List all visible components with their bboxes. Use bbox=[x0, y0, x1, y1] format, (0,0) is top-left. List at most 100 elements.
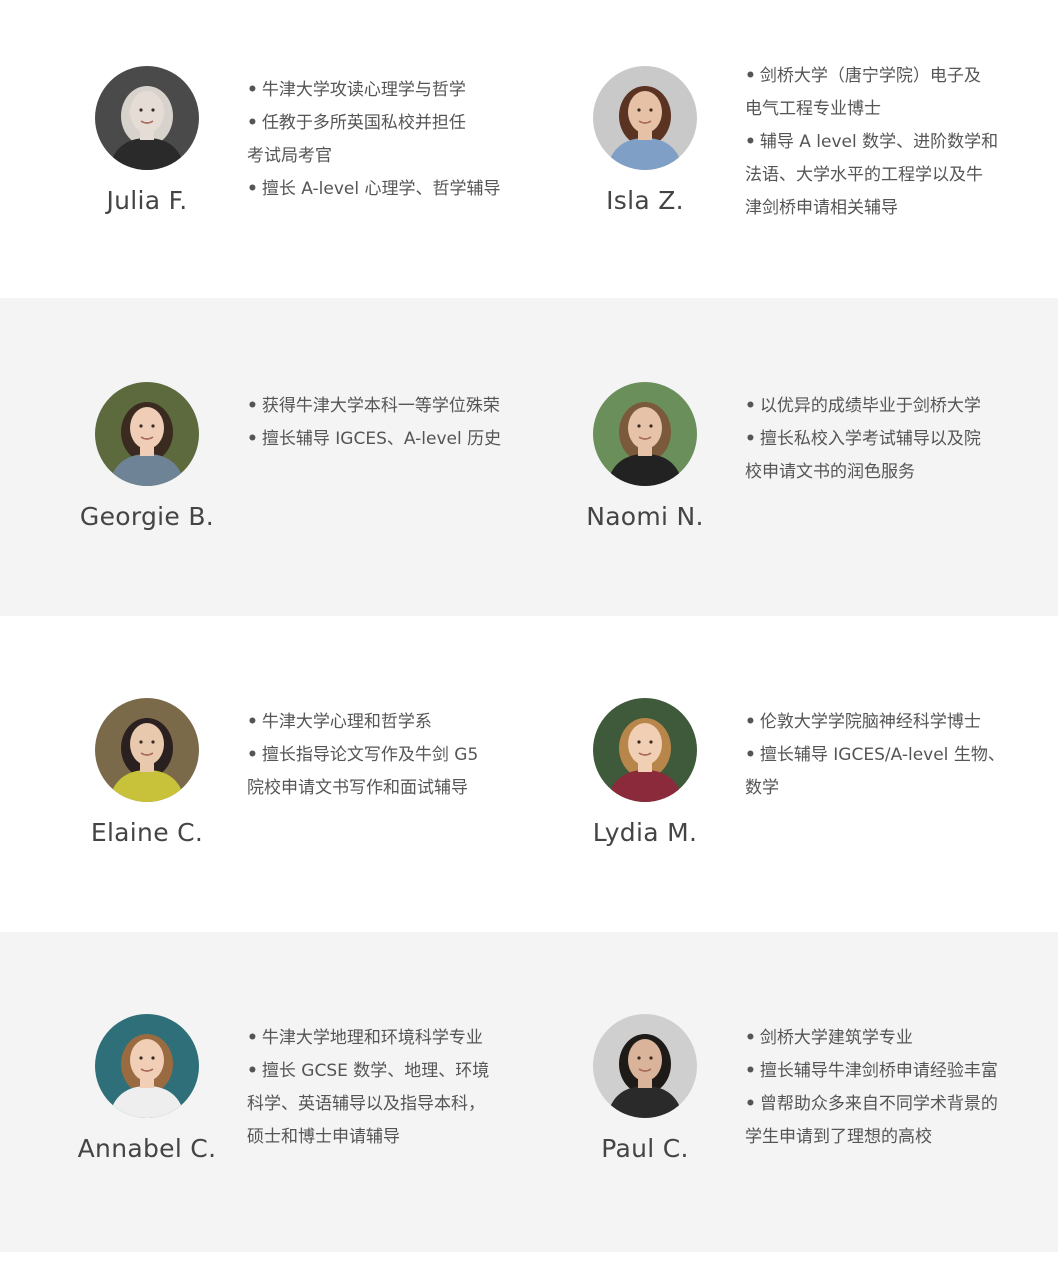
tutor-card: Julia F. • 牛津大学攻读心理学与哲学 • 任教于多所英国私校并担任 考试局考官 •… bbox=[40, 66, 540, 276]
tutor-bio-line: 硕士和博士申请辅导 bbox=[247, 1121, 522, 1154]
tutor-bio-line: • 擅长私校入学考试辅导以及院 bbox=[745, 423, 1020, 456]
tutor-bio-line: • 辅导 A level 数学、进阶数学和 bbox=[745, 126, 1020, 159]
tutor-bio-line: 考试局考官 bbox=[247, 140, 522, 173]
tutor-bio-line: • 擅长 A-level 心理学、哲学辅导 bbox=[247, 173, 522, 206]
portrait-icon bbox=[593, 1014, 697, 1118]
bullet-icon: • bbox=[247, 745, 258, 765]
tutor-bio-text: 考试局考官 bbox=[247, 146, 332, 166]
bullet-icon: • bbox=[247, 1028, 258, 1048]
bullet-icon: • bbox=[745, 1061, 756, 1081]
tutor-bio-list: • 伦敦大学学院脑神经科学博士 • 擅长辅导 IGCES/A-level 生物、 数学 bbox=[745, 706, 1020, 805]
tutor-name: Julia F. bbox=[106, 186, 188, 215]
tutor-avatar bbox=[593, 382, 697, 486]
tutor-bio-line: • 擅长指导论文写作及牛剑 G5 bbox=[247, 739, 522, 772]
tutor-card: Lydia M. • 伦敦大学学院脑神经科学博士 • 擅长辅导 IGCES/A-leve… bbox=[538, 698, 1038, 908]
tutor-bio-line: • 剑桥大学建筑学专业 bbox=[745, 1022, 1020, 1055]
tutor-bio-text: 校申请文书的润色服务 bbox=[745, 462, 915, 482]
tutor-bio-text: 擅长 A-level 心理学、哲学辅导 bbox=[261, 179, 501, 199]
tutor-bio-text: 法语、大学水平的工程学以及牛 bbox=[745, 165, 983, 185]
tutor-bio-line: • 牛津大学攻读心理学与哲学 bbox=[247, 74, 522, 107]
tutor-bio-text: 牛津大学地理和环境科学专业 bbox=[261, 1028, 483, 1048]
bullet-icon: • bbox=[745, 1094, 756, 1114]
tutor-bio-line: 法语、大学水平的工程学以及牛 bbox=[745, 159, 1020, 192]
tutor-bio-line: • 曾帮助众多来自不同学术背景的 bbox=[745, 1088, 1020, 1121]
tutor-bio-line: 院校申请文书写作和面试辅导 bbox=[247, 772, 522, 805]
tutor-bio-line: 数学 bbox=[745, 772, 1020, 805]
tutor-bio-text: 牛津大学攻读心理学与哲学 bbox=[261, 80, 466, 100]
tutor-name: Lydia M. bbox=[592, 818, 698, 847]
tutor-bio-text: 擅长辅导 IGCES、A-level 历史 bbox=[261, 429, 502, 449]
bullet-icon: • bbox=[745, 396, 756, 416]
tutor-row-3: Elaine C. • 牛津大学心理和哲学系 • 擅长指导论文写作及牛剑 G5 院校申请文… bbox=[0, 616, 1058, 932]
tutor-card: Paul C. • 剑桥大学建筑学专业 • 擅长辅导牛津剑桥申请经验丰富 • 曾帮助众多来自… bbox=[538, 1014, 1038, 1224]
bullet-icon: • bbox=[247, 80, 258, 100]
tutor-name: Naomi N. bbox=[586, 502, 704, 531]
tutor-bio-text: 学生申请到了理想的高校 bbox=[745, 1127, 932, 1147]
tutor-avatar bbox=[95, 66, 199, 170]
bullet-icon: • bbox=[247, 429, 258, 449]
bullet-icon: • bbox=[247, 396, 258, 416]
tutor-name: Elaine C. bbox=[90, 818, 204, 847]
tutor-bio-text: 以优异的成绩毕业于剑桥大学 bbox=[759, 396, 981, 416]
portrait-icon bbox=[95, 382, 199, 486]
tutor-bio-list: • 牛津大学心理和哲学系 • 擅长指导论文写作及牛剑 G5 院校申请文书写作和面试辅导 bbox=[247, 706, 522, 805]
portrait-icon bbox=[593, 66, 697, 170]
portrait-icon bbox=[95, 66, 199, 170]
tutor-bio-line: • 获得牛津大学本科一等学位殊荣 bbox=[247, 390, 522, 423]
tutor-bio-text: 擅长 GCSE 数学、地理、环境 bbox=[261, 1061, 490, 1081]
tutor-bio-line: • 擅长辅导牛津剑桥申请经验丰富 bbox=[745, 1055, 1020, 1088]
bullet-icon: • bbox=[745, 132, 756, 152]
tutor-bio-text: 剑桥大学（唐宁学院）电子及 bbox=[759, 66, 981, 86]
tutor-avatar bbox=[593, 698, 697, 802]
tutor-bio-line: 津剑桥申请相关辅导 bbox=[745, 192, 1020, 225]
tutor-bio-list: • 获得牛津大学本科一等学位殊荣 • 擅长辅导 IGCES、A-level 历史 bbox=[247, 390, 522, 456]
tutor-bio-text: 任教于多所英国私校并担任 bbox=[261, 113, 466, 133]
tutor-bio-line: • 任教于多所英国私校并担任 bbox=[247, 107, 522, 140]
tutor-bio-text: 擅长指导论文写作及牛剑 G5 bbox=[261, 745, 479, 765]
tutor-bio-text: 硕士和博士申请辅导 bbox=[247, 1127, 400, 1147]
tutor-name: Annabel C. bbox=[77, 1134, 217, 1163]
tutor-bio-list: • 以优异的成绩毕业于剑桥大学 • 擅长私校入学考试辅导以及院校申请文书的润色服务 bbox=[745, 390, 1020, 489]
tutor-bio-line: 电气工程专业博士 bbox=[745, 93, 1020, 126]
tutor-bio-text: 擅长辅导牛津剑桥申请经验丰富 bbox=[759, 1061, 998, 1081]
tutor-bio-text: 牛津大学心理和哲学系 bbox=[261, 712, 432, 732]
portrait-icon bbox=[95, 698, 199, 802]
tutor-bio-line: 学生申请到了理想的高校 bbox=[745, 1121, 1020, 1154]
tutor-bio-text: 曾帮助众多来自不同学术背景的 bbox=[759, 1094, 998, 1114]
tutor-bio-line: • 剑桥大学（唐宁学院）电子及 bbox=[745, 60, 1020, 93]
tutor-avatar bbox=[95, 1014, 199, 1118]
bullet-icon: • bbox=[745, 1028, 756, 1048]
tutor-bio-line: • 擅长 GCSE 数学、地理、环境 bbox=[247, 1055, 522, 1088]
tutor-bio-list: • 剑桥大学建筑学专业 • 擅长辅导牛津剑桥申请经验丰富 • 曾帮助众多来自不同学术背景的… bbox=[745, 1022, 1020, 1154]
tutor-bio-line: 校申请文书的润色服务 bbox=[745, 456, 1020, 489]
tutor-name: Paul C. bbox=[601, 1134, 689, 1163]
tutor-avatar bbox=[95, 382, 199, 486]
tutor-row-4: Annabel C. • 牛津大学地理和环境科学专业 • 擅长 GCSE 数学、地理、环… bbox=[0, 932, 1058, 1252]
portrait-icon bbox=[593, 698, 697, 802]
bullet-icon: • bbox=[247, 113, 258, 133]
tutor-bio-text: 辅导 A level 数学、进阶数学和 bbox=[759, 132, 999, 152]
tutor-bio-list: • 牛津大学攻读心理学与哲学 • 任教于多所英国私校并担任 考试局考官 • 擅长 A-lev… bbox=[247, 74, 522, 206]
tutor-avatar bbox=[95, 698, 199, 802]
tutor-bio-line: • 伦敦大学学院脑神经科学博士 bbox=[745, 706, 1020, 739]
tutor-bio-line: • 牛津大学地理和环境科学专业 bbox=[247, 1022, 522, 1055]
tutor-row-1: Julia F. • 牛津大学攻读心理学与哲学 • 任教于多所英国私校并担任 考试局考官 •… bbox=[0, 0, 1058, 298]
bullet-icon: • bbox=[745, 712, 756, 732]
tutor-card: Isla Z. • 剑桥大学（唐宁学院）电子及 电气工程专业博士 • 辅导 A level… bbox=[538, 66, 1038, 276]
tutor-bio-text: 电气工程专业博士 bbox=[745, 99, 881, 119]
bullet-icon: • bbox=[247, 1061, 258, 1081]
tutor-bio-list: • 牛津大学地理和环境科学专业 • 擅长 GCSE 数学、地理、环境 科学、英语辅导以及… bbox=[247, 1022, 522, 1154]
tutor-card: Elaine C. • 牛津大学心理和哲学系 • 擅长指导论文写作及牛剑 G5 院校申请文… bbox=[40, 698, 540, 908]
tutor-bio-line: • 擅长辅导 IGCES、A-level 历史 bbox=[247, 423, 522, 456]
tutor-card: Naomi N. • 以优异的成绩毕业于剑桥大学 • 擅长私校入学考试辅导以及院校申请文… bbox=[538, 382, 1038, 592]
bullet-icon: • bbox=[745, 745, 756, 765]
tutor-bio-text: 剑桥大学建筑学专业 bbox=[759, 1028, 913, 1048]
tutor-bio-text: 津剑桥申请相关辅导 bbox=[745, 198, 898, 218]
bullet-icon: • bbox=[247, 712, 258, 732]
tutor-bio-text: 获得牛津大学本科一等学位殊荣 bbox=[261, 396, 500, 416]
tutor-bio-text: 科学、英语辅导以及指导本科， bbox=[247, 1094, 485, 1114]
bullet-icon: • bbox=[745, 66, 756, 86]
bullet-icon: • bbox=[247, 179, 258, 199]
tutor-avatar bbox=[593, 66, 697, 170]
tutor-card: Annabel C. • 牛津大学地理和环境科学专业 • 擅长 GCSE 数学、地理、环… bbox=[40, 1014, 540, 1224]
